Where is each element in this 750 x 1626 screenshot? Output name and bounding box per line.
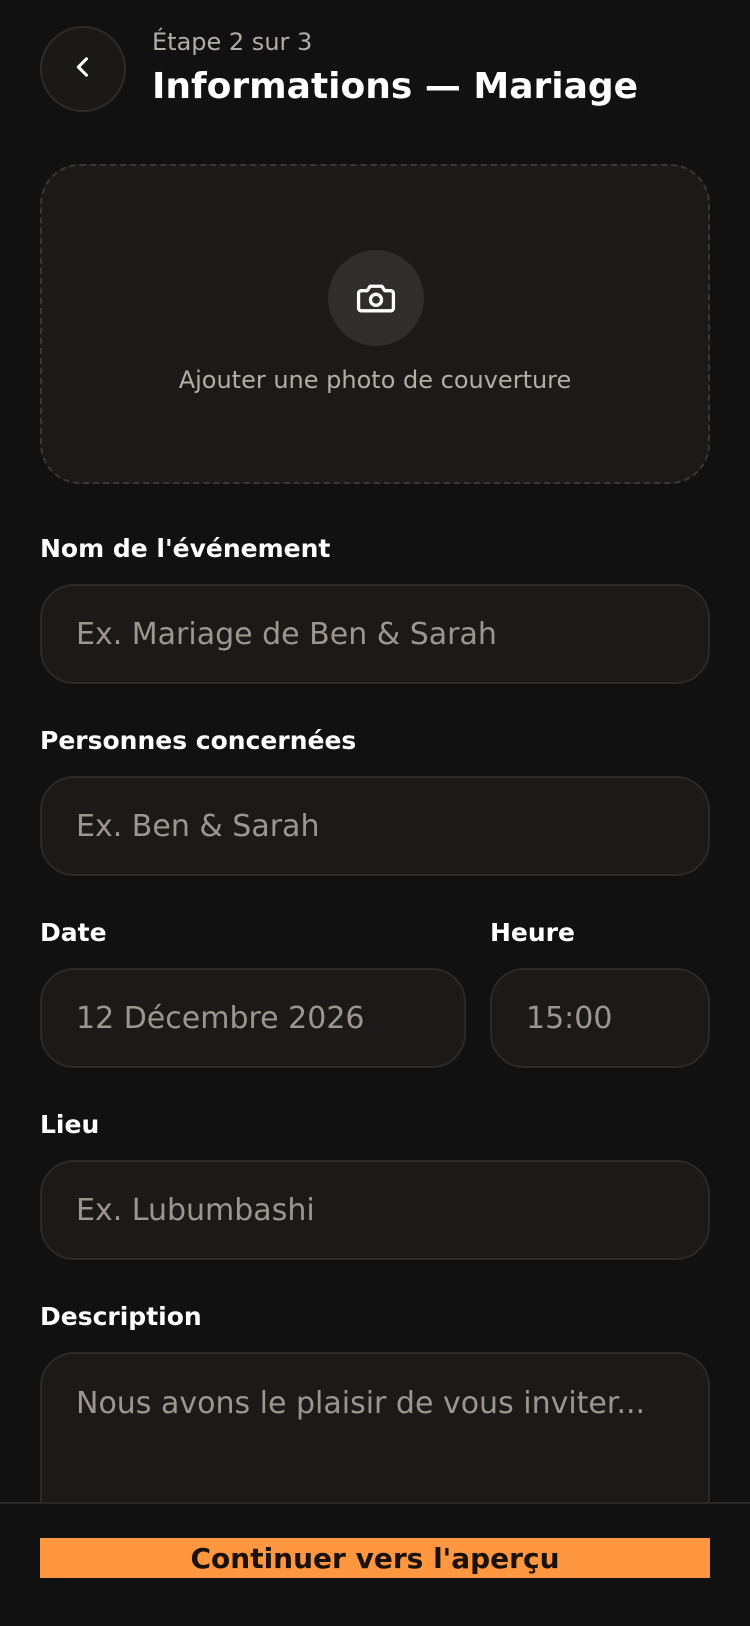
page-title: Informations — Mariage: [152, 66, 639, 107]
bottom-bar: Continuer vers l'aperçu: [0, 1502, 750, 1626]
place-input[interactable]: Ex. Lubumbashi: [40, 1160, 710, 1260]
step-indicator: Étape 2 sur 3: [152, 28, 313, 56]
camera-icon: [328, 250, 424, 346]
description-placeholder: Nous avons le plaisir de vous inviter...: [76, 1386, 646, 1421]
date-label: Date: [40, 918, 107, 947]
time-field[interactable]: 15:00: [490, 968, 710, 1068]
people-label: Personnes concernées: [40, 726, 357, 755]
place-placeholder: Ex. Lubumbashi: [76, 1192, 315, 1228]
event-name-input[interactable]: Ex. Mariage de Ben & Sarah: [40, 584, 710, 684]
chevron-left-icon: [69, 53, 97, 85]
time-label: Heure: [490, 918, 575, 947]
description-label: Description: [40, 1302, 202, 1331]
cover-photo-label: Ajouter une photo de couverture: [178, 366, 572, 394]
continue-button[interactable]: Continuer vers l'aperçu: [40, 1538, 710, 1578]
cover-photo-upload[interactable]: Ajouter une photo de couverture: [40, 164, 710, 484]
time-value: 15:00: [526, 1000, 613, 1036]
header: Étape 2 sur 3 Informations — Mariage: [40, 26, 710, 114]
date-value: 12 Décembre 2026: [76, 1000, 365, 1036]
event-name-placeholder: Ex. Mariage de Ben & Sarah: [76, 616, 497, 652]
back-button[interactable]: [40, 26, 126, 112]
people-input[interactable]: Ex. Ben & Sarah: [40, 776, 710, 876]
place-label: Lieu: [40, 1110, 100, 1139]
event-name-label: Nom de l'événement: [40, 534, 331, 563]
people-placeholder: Ex. Ben & Sarah: [76, 808, 320, 844]
date-field[interactable]: 12 Décembre 2026: [40, 968, 466, 1068]
